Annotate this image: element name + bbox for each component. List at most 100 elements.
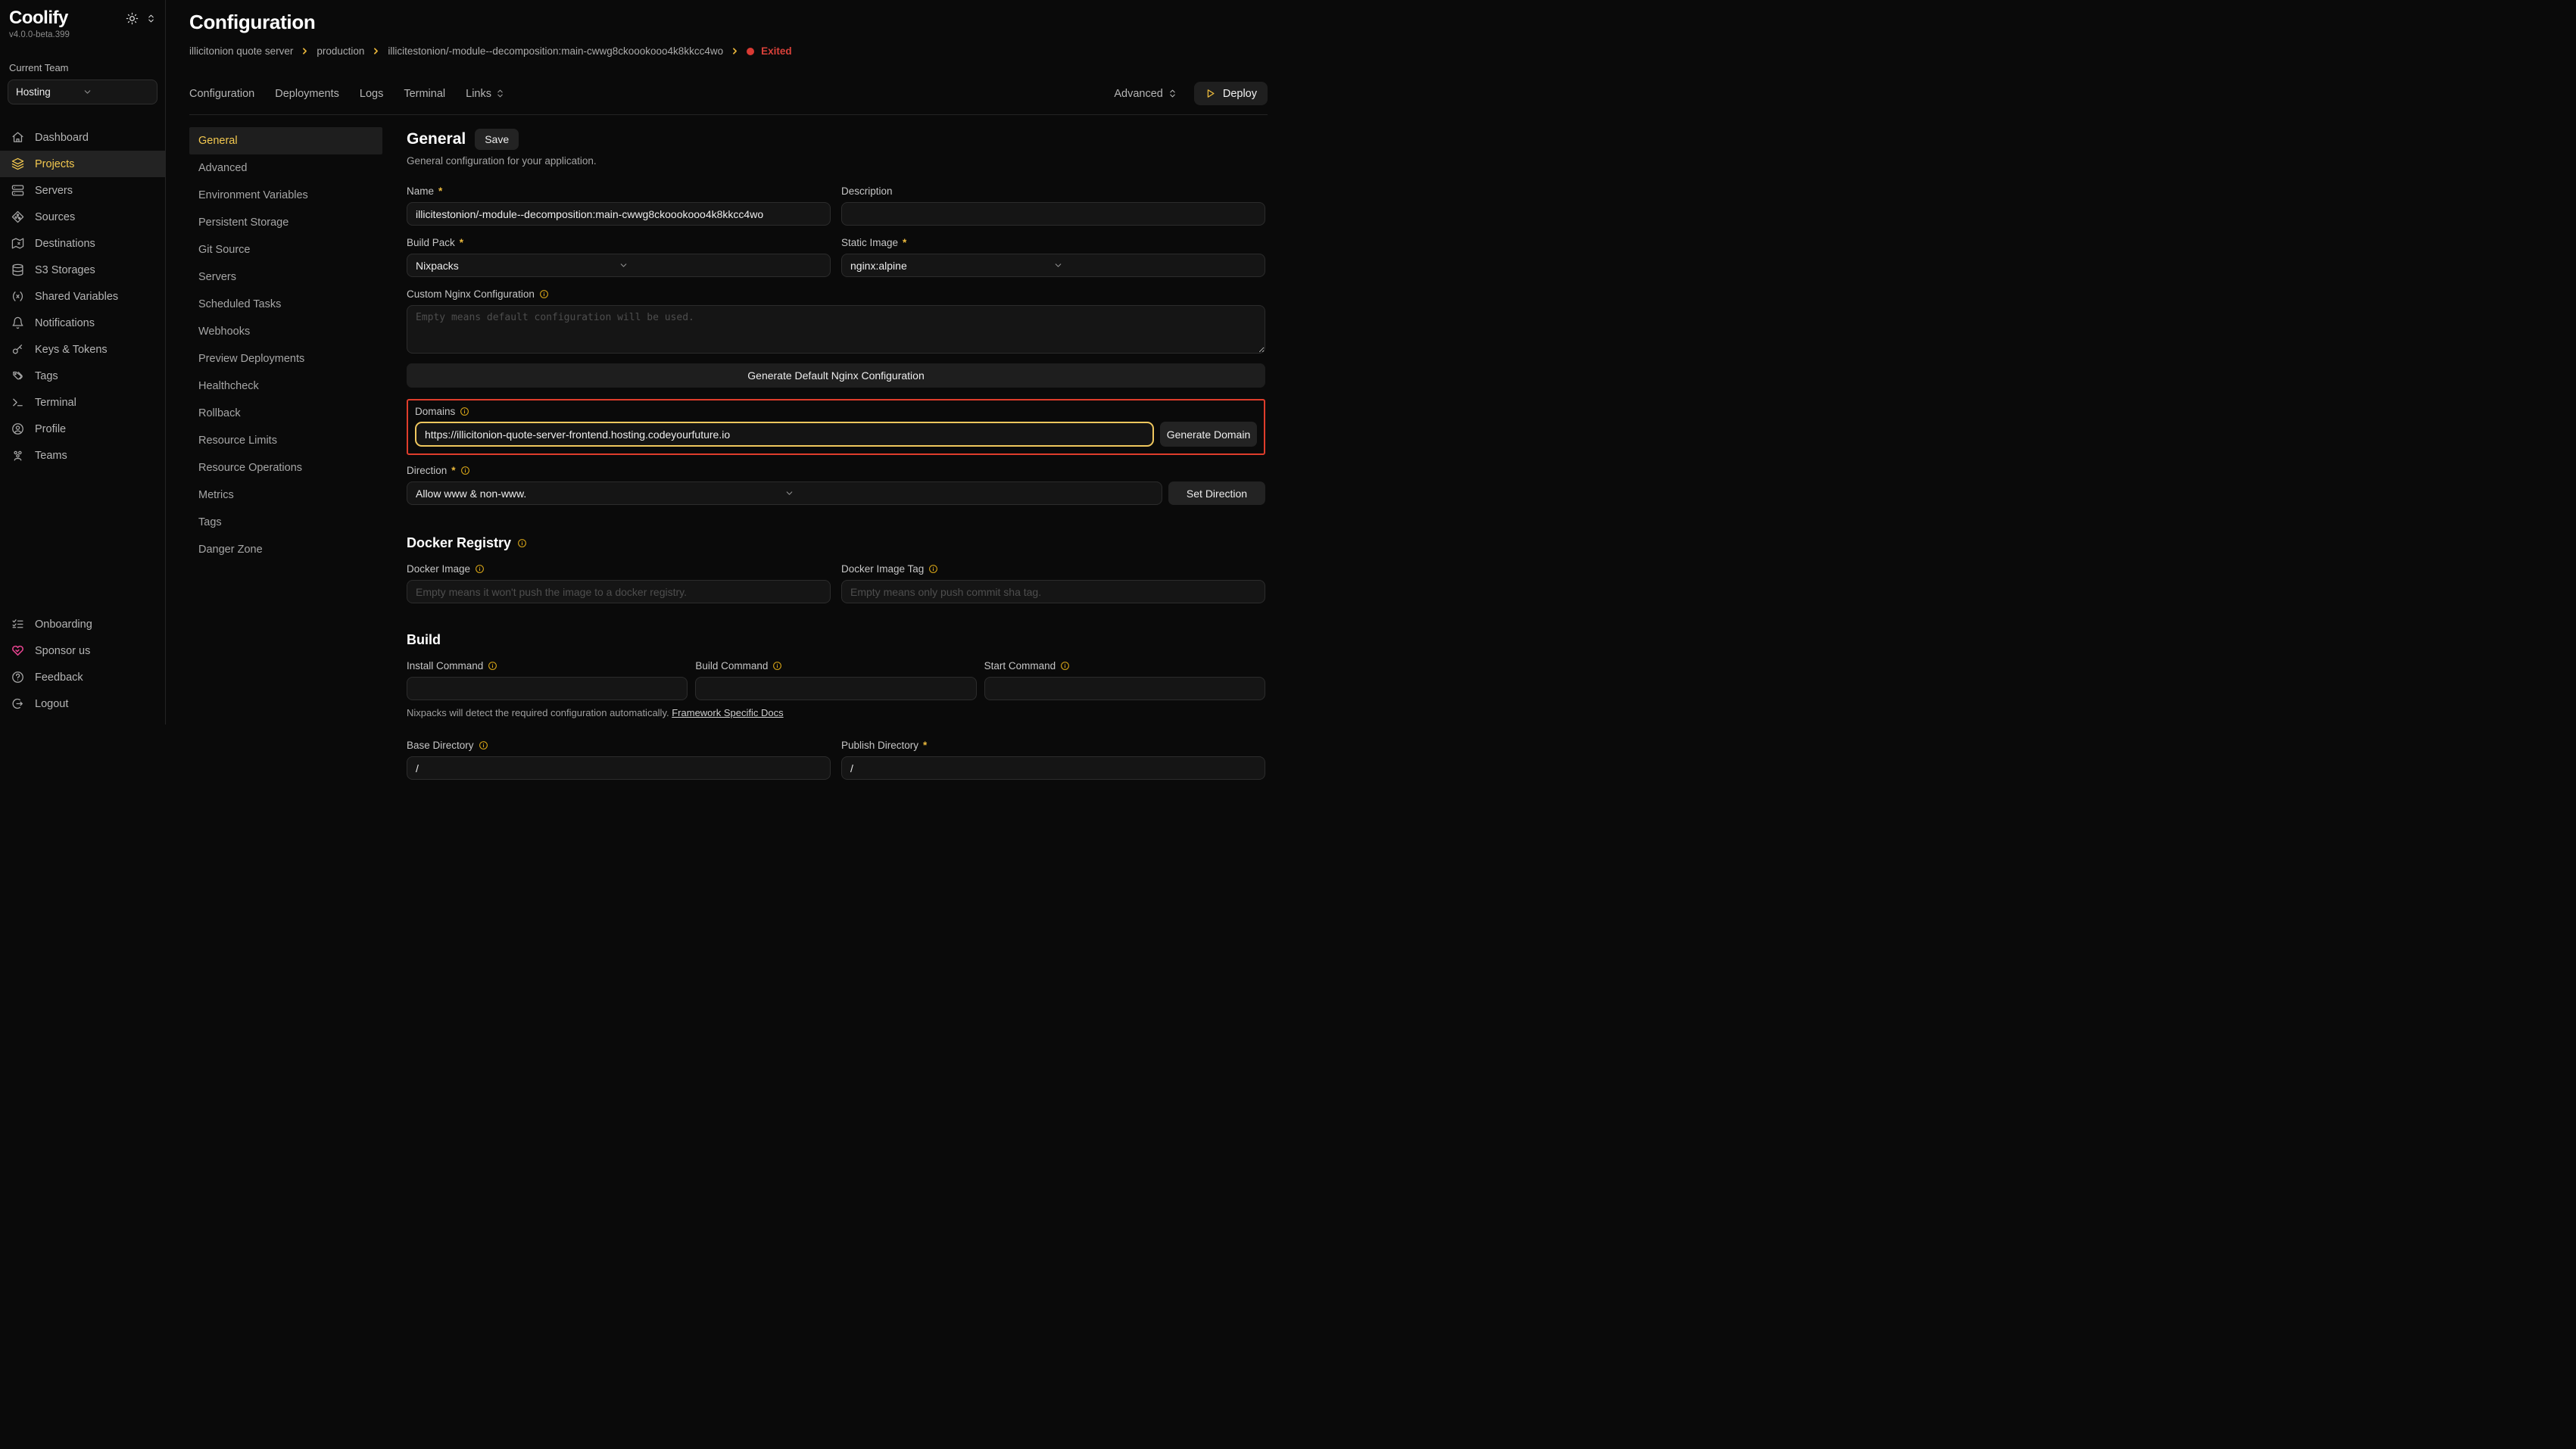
team-select-value: Hosting xyxy=(16,86,83,98)
heart-icon xyxy=(11,644,24,657)
subnav-resource-operations[interactable]: Resource Operations xyxy=(189,454,382,481)
layers-icon xyxy=(11,157,24,170)
sidebar-item-projects[interactable]: Projects xyxy=(0,151,165,177)
name-input[interactable] xyxy=(407,202,831,226)
docker-image-input[interactable] xyxy=(407,580,831,603)
docker-image-tag-input[interactable] xyxy=(841,580,1265,603)
tab-terminal[interactable]: Terminal xyxy=(404,88,445,100)
subnav-rollback[interactable]: Rollback xyxy=(189,400,382,427)
sidebar-item-feedback[interactable]: Feedback xyxy=(0,664,165,690)
sidebar-item-destinations[interactable]: Destinations xyxy=(0,230,165,257)
current-team-label: Current Team xyxy=(0,39,165,73)
tab-links[interactable]: Links xyxy=(466,88,505,100)
logo-row: Coolify xyxy=(0,8,165,29)
static-image-select[interactable]: nginx:alpine xyxy=(841,254,1265,277)
subnav-advanced[interactable]: Advanced xyxy=(189,154,382,182)
app-version: v4.0.0-beta.399 xyxy=(0,29,165,39)
direction-select[interactable]: Allow www & non-www. xyxy=(407,481,1162,505)
play-icon xyxy=(1205,88,1216,99)
terminal-icon xyxy=(11,396,24,409)
sidebar-footer: Onboarding Sponsor us Feedback Logout xyxy=(0,611,165,724)
start-command-input[interactable] xyxy=(984,677,1265,700)
sidebar-item-notifications[interactable]: Notifications xyxy=(0,310,165,336)
sidebar-item-sources[interactable]: Sources xyxy=(0,204,165,230)
subnav-tags[interactable]: Tags xyxy=(189,509,382,536)
advanced-dropdown[interactable]: Advanced xyxy=(1114,88,1177,100)
subnav-metrics[interactable]: Metrics xyxy=(189,481,382,509)
subnav-resource-limits[interactable]: Resource Limits xyxy=(189,427,382,454)
chevron-right-icon xyxy=(371,46,381,56)
subnav-webhooks[interactable]: Webhooks xyxy=(189,318,382,345)
set-direction-button[interactable]: Set Direction xyxy=(1168,481,1265,505)
info-icon xyxy=(1060,661,1070,671)
custom-nginx-label: Custom Nginx Configuration xyxy=(407,288,535,300)
breadcrumb-resource[interactable]: illicitestonion/-module--decomposition:m… xyxy=(388,45,723,57)
database-icon xyxy=(11,263,24,276)
sidebar-item-logout[interactable]: Logout xyxy=(0,690,165,717)
sidebar-item-tags[interactable]: Tags xyxy=(0,363,165,389)
chevron-down-icon xyxy=(619,260,822,270)
sidebar-item-terminal[interactable]: Terminal xyxy=(0,389,165,416)
sidebar-item-keys-tokens[interactable]: Keys & Tokens xyxy=(0,336,165,363)
sidebar-item-s3-storages[interactable]: S3 Storages xyxy=(0,257,165,283)
custom-nginx-textarea[interactable] xyxy=(407,305,1265,354)
server-icon xyxy=(11,184,24,197)
base-directory-input[interactable] xyxy=(407,756,831,780)
sidebar-item-servers[interactable]: Servers xyxy=(0,177,165,204)
theme-sun-icon[interactable] xyxy=(126,12,139,25)
main-content: Configuration illicitonion quote server … xyxy=(166,0,1288,724)
subnav-preview-deployments[interactable]: Preview Deployments xyxy=(189,345,382,372)
home-icon xyxy=(11,131,24,144)
domains-highlight-box: Domains Generate Domain xyxy=(407,399,1265,455)
framework-docs-link[interactable]: Framework Specific Docs xyxy=(672,707,783,718)
tab-logs[interactable]: Logs xyxy=(360,88,383,100)
sidebar-item-profile[interactable]: Profile xyxy=(0,416,165,442)
sidebar-item-onboarding[interactable]: Onboarding xyxy=(0,611,165,637)
info-icon xyxy=(928,564,938,574)
build-pack-select[interactable]: Nixpacks xyxy=(407,254,831,277)
bell-icon xyxy=(11,316,24,329)
sidebar-item-teams[interactable]: Teams xyxy=(0,442,165,469)
sidebar-item-shared-variables[interactable]: Shared Variables xyxy=(0,283,165,310)
status-badge: Exited xyxy=(761,45,792,57)
description-label: Description xyxy=(841,185,893,197)
subnav-servers[interactable]: Servers xyxy=(189,263,382,291)
section-title: General xyxy=(407,130,466,148)
breadcrumb-project[interactable]: illicitonion quote server xyxy=(189,45,293,57)
tab-configuration[interactable]: Configuration xyxy=(189,88,254,100)
subnav-git-source[interactable]: Git Source xyxy=(189,236,382,263)
domains-input[interactable] xyxy=(415,422,1154,447)
deploy-button[interactable]: Deploy xyxy=(1194,82,1268,105)
chevron-down-icon xyxy=(1053,260,1256,270)
info-icon xyxy=(517,538,527,548)
info-icon xyxy=(460,466,470,475)
subnav-environment-variables[interactable]: Environment Variables xyxy=(189,182,382,209)
checklist-icon xyxy=(11,618,24,631)
name-label: Name xyxy=(407,185,434,197)
sidebar-item-dashboard[interactable]: Dashboard xyxy=(0,124,165,151)
save-button[interactable]: Save xyxy=(475,129,519,150)
config-subnav: General Advanced Environment Variables P… xyxy=(189,127,382,724)
sidebar-item-sponsor[interactable]: Sponsor us xyxy=(0,637,165,664)
build-command-input[interactable] xyxy=(695,677,976,700)
team-select[interactable]: Hosting xyxy=(8,79,157,104)
breadcrumb-environment[interactable]: production xyxy=(317,45,364,57)
chevron-down-icon xyxy=(83,87,149,97)
docker-image-label: Docker Image xyxy=(407,563,470,575)
install-command-input[interactable] xyxy=(407,677,688,700)
theme-unfold-icon[interactable] xyxy=(146,14,156,23)
subnav-general[interactable]: General xyxy=(189,127,382,154)
publish-directory-input[interactable] xyxy=(841,756,1265,780)
subnav-persistent-storage[interactable]: Persistent Storage xyxy=(189,209,382,236)
tab-deployments[interactable]: Deployments xyxy=(275,88,339,100)
generate-domain-button[interactable]: Generate Domain xyxy=(1160,422,1257,447)
section-subtitle: General configuration for your applicati… xyxy=(407,155,1265,167)
subnav-healthcheck[interactable]: Healthcheck xyxy=(189,372,382,400)
subnav-danger-zone[interactable]: Danger Zone xyxy=(189,536,382,563)
subnav-scheduled-tasks[interactable]: Scheduled Tasks xyxy=(189,291,382,318)
info-icon xyxy=(488,661,497,671)
users-icon xyxy=(11,449,24,462)
generate-nginx-button[interactable]: Generate Default Nginx Configuration xyxy=(407,363,1265,388)
description-input[interactable] xyxy=(841,202,1265,226)
base-directory-label: Base Directory xyxy=(407,740,474,751)
